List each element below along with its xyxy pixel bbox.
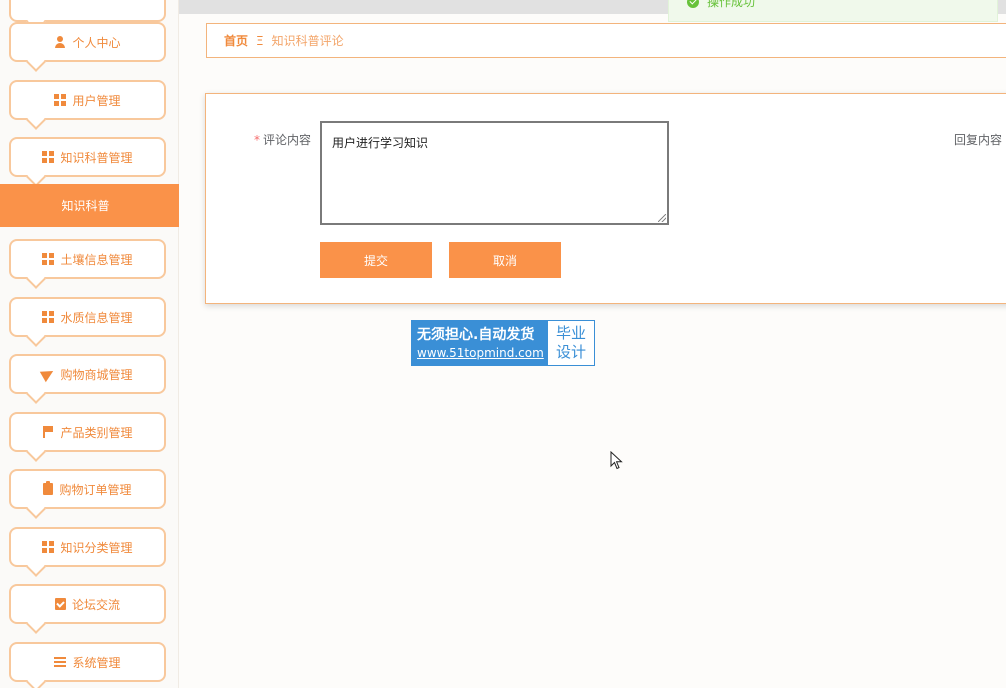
sidebar-item-label: 个人中心 bbox=[72, 35, 121, 50]
sidebar-subitem-label: 知识科普 bbox=[61, 199, 110, 213]
grid-icon bbox=[42, 541, 55, 553]
sidebar-item-label: 论坛交流 bbox=[71, 597, 120, 612]
sidebar-item-label: 购物订单管理 bbox=[59, 482, 132, 497]
sidebar-item-order-management[interactable]: 购物订单管理 bbox=[9, 469, 166, 519]
sidebar-item-soil-management[interactable]: 土壤信息管理 bbox=[9, 239, 166, 289]
resize-handle[interactable] bbox=[658, 214, 666, 222]
sidebar-item-user-management[interactable]: 用户管理 bbox=[9, 80, 166, 130]
success-check-icon bbox=[687, 0, 699, 8]
comment-textarea-value: 用户进行学习知识 bbox=[332, 136, 429, 150]
sidebar-item-knowledge-management[interactable]: 知识科普管理 bbox=[9, 137, 166, 187]
toast-message: 操作成功 bbox=[707, 0, 756, 9]
sidebar-item-hidden-top[interactable] bbox=[9, 0, 166, 32]
sidebar-item-label: 知识分类管理 bbox=[60, 540, 133, 555]
sidebar-item-personal-center[interactable]: 个人中心 bbox=[9, 22, 166, 72]
list-icon bbox=[54, 656, 67, 668]
required-mark: * bbox=[254, 133, 260, 147]
comment-textarea[interactable]: 用户进行学习知识 bbox=[320, 121, 669, 225]
sidebar-item-label: 水质信息管理 bbox=[60, 310, 133, 325]
grid-icon bbox=[42, 311, 55, 323]
sidebar-item-shop-management[interactable]: 购物商城管理 bbox=[9, 354, 166, 404]
grid-icon bbox=[42, 253, 55, 265]
breadcrumb: 首页 Ξ 知识科普评论 bbox=[206, 23, 1006, 58]
breadcrumb-current: 知识科普评论 bbox=[271, 34, 344, 48]
sidebar-item-label: 购物商城管理 bbox=[60, 367, 133, 382]
sidebar-item-label: 系统管理 bbox=[72, 655, 121, 670]
checklist-icon bbox=[54, 598, 66, 610]
sidebar-item-label: 知识科普管理 bbox=[60, 150, 133, 165]
watermark-right1: 毕业 bbox=[555, 324, 586, 342]
watermark-right: 毕业 设计 bbox=[548, 321, 594, 365]
cancel-button[interactable]: 取消 bbox=[449, 242, 561, 278]
sidebar-item-label: 用户管理 bbox=[72, 93, 121, 108]
sidebar-item-category-management[interactable]: 产品类别管理 bbox=[9, 412, 166, 462]
send-icon bbox=[40, 365, 57, 383]
user-icon bbox=[54, 36, 66, 48]
watermark-banner: 无须担心.自动发货 www.51topmind.com 毕业 设计 bbox=[411, 320, 595, 366]
sidebar: 个人中心 用户管理 知识科普管理 知识科普 土壤信息管理 水质信息管理 购物商城… bbox=[0, 0, 179, 688]
watermark-line2: www.51topmind.com bbox=[417, 345, 544, 360]
sidebar-subitem-knowledge[interactable]: 知识科普 bbox=[0, 184, 179, 227]
watermark-right2: 设计 bbox=[555, 343, 586, 361]
sidebar-item-label: 土壤信息管理 bbox=[60, 252, 133, 267]
comment-label: * 评论内容 bbox=[254, 131, 311, 148]
clipboard-icon bbox=[43, 481, 54, 495]
grid-icon bbox=[54, 94, 67, 106]
sidebar-item-label: 产品类别管理 bbox=[60, 425, 133, 440]
comment-form-card: * 评论内容 用户进行学习知识 回复内容 提交 取消 bbox=[205, 93, 1006, 304]
breadcrumb-separator: Ξ bbox=[256, 33, 264, 48]
watermark-line1: 无须担心.自动发货 bbox=[417, 326, 535, 343]
success-toast: 操作成功 bbox=[668, 0, 998, 22]
reply-label: 回复内容 bbox=[954, 133, 1003, 147]
sidebar-item-system-management[interactable]: 系统管理 bbox=[9, 642, 166, 688]
breadcrumb-home[interactable]: 首页 bbox=[224, 32, 248, 49]
sidebar-item-forum[interactable]: 论坛交流 bbox=[9, 584, 166, 634]
mouse-cursor-icon bbox=[610, 451, 623, 470]
comment-label-text: 评论内容 bbox=[263, 133, 312, 147]
grid-icon bbox=[42, 151, 55, 163]
sidebar-item-water-management[interactable]: 水质信息管理 bbox=[9, 297, 166, 347]
flag-icon bbox=[42, 426, 54, 438]
watermark-left: 无须担心.自动发货 www.51topmind.com bbox=[412, 321, 548, 365]
submit-button[interactable]: 提交 bbox=[320, 242, 432, 278]
sidebar-item-knowledge-category[interactable]: 知识分类管理 bbox=[9, 527, 166, 577]
